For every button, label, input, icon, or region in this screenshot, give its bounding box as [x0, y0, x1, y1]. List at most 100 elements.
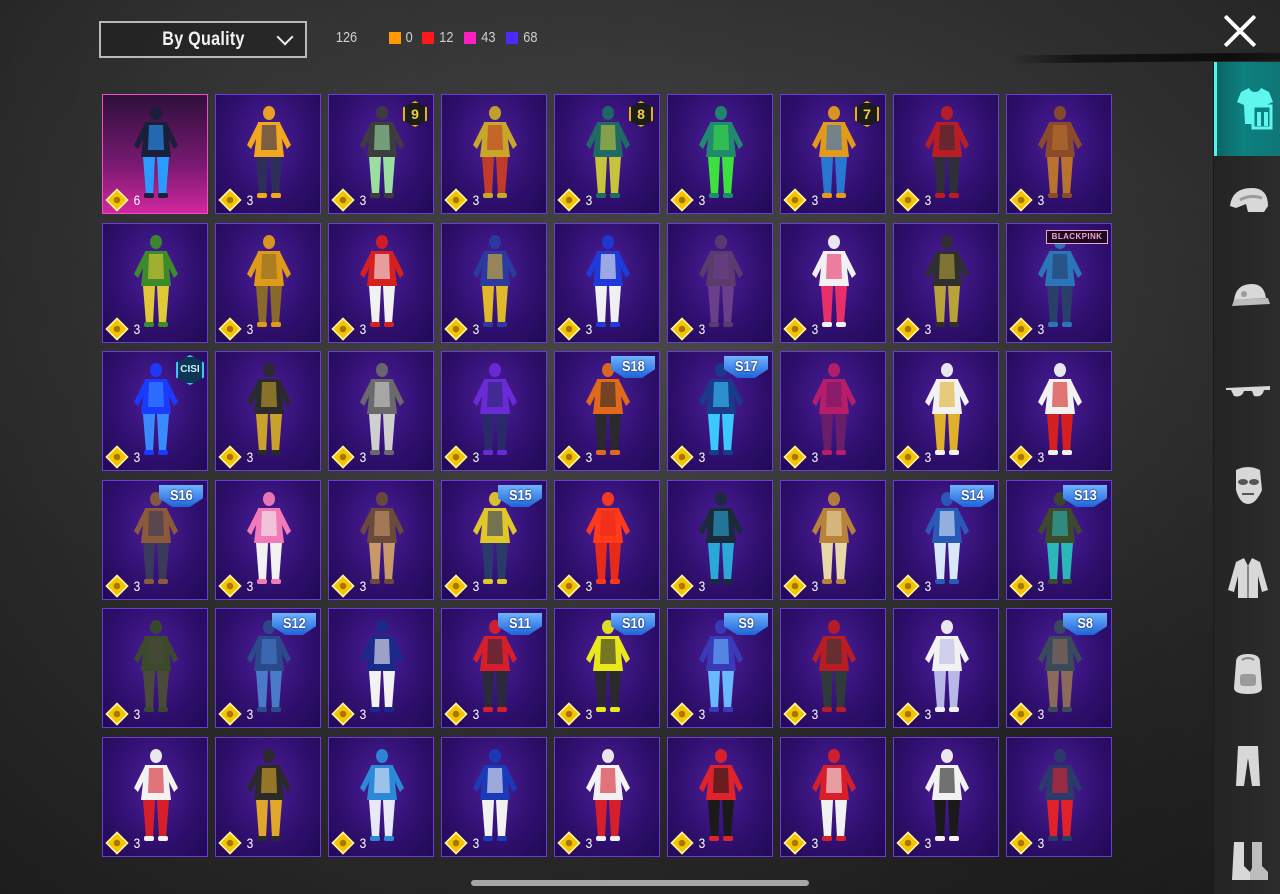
outfit-card[interactable]: S9 3	[667, 608, 773, 728]
price-tag: 3	[670, 445, 706, 469]
outfit-card[interactable]: S13 3	[1006, 480, 1112, 600]
outfit-card[interactable]: 83	[554, 94, 660, 214]
outfit-card[interactable]: 3	[328, 223, 434, 343]
outfit-card[interactable]: S8 3	[1006, 608, 1112, 728]
outfit-card[interactable]: S16 3	[102, 480, 208, 600]
outfit-card[interactable]: 3	[1006, 351, 1112, 471]
price-tag: 3	[896, 445, 932, 469]
coin-icon	[218, 317, 242, 341]
coin-icon	[444, 445, 468, 469]
price-tag: 3	[783, 445, 819, 469]
price-tag: 3	[557, 702, 593, 726]
price-tag: 3	[105, 317, 141, 341]
outfit-card[interactable]: 3	[780, 737, 886, 857]
sidebar-item-helmet[interactable]	[1214, 156, 1280, 250]
quality-count-pink: 43	[464, 29, 497, 46]
price-tag: 3	[105, 702, 141, 726]
coin-icon	[1009, 317, 1033, 341]
outfit-card[interactable]: 3	[780, 223, 886, 343]
outfit-card[interactable]: 3	[667, 737, 773, 857]
price-value: 3	[472, 706, 480, 722]
outfit-card[interactable]: S17 3	[667, 351, 773, 471]
sort-label: By Quality	[161, 28, 245, 50]
outfit-card[interactable]: 3	[215, 480, 321, 600]
outfit-card[interactable]: S15 3	[441, 480, 547, 600]
sidebar-item-mask[interactable]	[1214, 438, 1280, 532]
outfit-card[interactable]: 3	[328, 480, 434, 600]
price-value: 3	[246, 706, 254, 722]
cap-icon	[1232, 284, 1270, 306]
outfit-card[interactable]: 3	[441, 94, 547, 214]
sidebar-item-jacket[interactable]	[1214, 532, 1280, 626]
outfit-card[interactable]: 3	[215, 223, 321, 343]
price-value: 3	[133, 321, 141, 337]
helmet-icon	[1230, 188, 1268, 212]
close-button[interactable]	[1221, 12, 1259, 50]
sidebar-item-cap[interactable]	[1214, 250, 1280, 344]
price-value: 3	[1037, 321, 1045, 337]
price-tag: 3	[218, 574, 254, 598]
outfit-card[interactable]: S18 3	[554, 351, 660, 471]
sidebar-item-shoes[interactable]	[1214, 814, 1280, 894]
outfit-card[interactable]: 3	[1006, 94, 1112, 214]
coin-icon	[331, 188, 355, 212]
price-tag: 3	[783, 317, 819, 341]
outfit-card[interactable]: 6	[102, 94, 208, 214]
scrollbar[interactable]	[471, 880, 809, 886]
coin-icon	[896, 702, 920, 726]
outfit-icon	[1237, 88, 1273, 130]
price-tag: 3	[557, 831, 593, 855]
outfit-card[interactable]: 3	[554, 480, 660, 600]
outfit-card[interactable]: 3	[441, 223, 547, 343]
outfit-card[interactable]: BLACKPINK 3	[1006, 223, 1112, 343]
outfit-card[interactable]: 3	[554, 223, 660, 343]
outfit-card[interactable]: 3	[554, 737, 660, 857]
outfit-card[interactable]: 3	[1006, 737, 1112, 857]
outfit-card[interactable]: 3	[102, 223, 208, 343]
outfit-card[interactable]: 3	[215, 351, 321, 471]
outfit-card[interactable]: 3	[893, 94, 999, 214]
shoes-icon	[1232, 842, 1268, 880]
outfit-card[interactable]: 3	[102, 608, 208, 728]
sidebar-item-glasses[interactable]	[1214, 344, 1280, 438]
outfit-card[interactable]: 3	[215, 737, 321, 857]
price-tag: 3	[783, 831, 819, 855]
outfit-card[interactable]: CISI 3	[102, 351, 208, 471]
sidebar-item-pants[interactable]	[1214, 720, 1280, 814]
outfit-card[interactable]: 3	[441, 351, 547, 471]
outfit-card[interactable]: S12 3	[215, 608, 321, 728]
outfit-card[interactable]: 3	[893, 351, 999, 471]
outfit-card[interactable]: 3	[667, 223, 773, 343]
outfit-card[interactable]: 3	[667, 94, 773, 214]
price-value: 3	[811, 578, 819, 594]
sidebar-item-outfit[interactable]	[1214, 62, 1280, 156]
price-value: 3	[585, 835, 593, 851]
sidebar-item-backpack[interactable]	[1214, 626, 1280, 720]
sort-dropdown[interactable]: By Quality	[99, 21, 307, 58]
coin-icon	[218, 188, 242, 212]
outfit-card[interactable]: 3	[780, 608, 886, 728]
coin-icon	[557, 445, 581, 469]
coin-icon	[218, 702, 242, 726]
outfit-card[interactable]: 3	[102, 737, 208, 857]
outfit-card[interactable]: 3	[215, 94, 321, 214]
outfit-card[interactable]: 3	[893, 608, 999, 728]
outfit-card[interactable]: 3	[893, 223, 999, 343]
outfit-card[interactable]: 3	[328, 737, 434, 857]
outfit-card[interactable]: 3	[780, 351, 886, 471]
outfit-card[interactable]: 3	[441, 737, 547, 857]
orange-quality-swatch	[389, 31, 402, 44]
glasses-icon	[1226, 386, 1270, 397]
outfit-card[interactable]: S11 3	[441, 608, 547, 728]
purple-count: 68	[523, 29, 538, 46]
outfit-card[interactable]: S14 3	[893, 480, 999, 600]
outfit-card[interactable]: 3	[328, 351, 434, 471]
coin-icon	[670, 317, 694, 341]
outfit-card[interactable]: S10 3	[554, 608, 660, 728]
outfit-card[interactable]: 73	[780, 94, 886, 214]
outfit-card[interactable]: 3	[893, 737, 999, 857]
outfit-card[interactable]: 3	[667, 480, 773, 600]
outfit-card[interactable]: 93	[328, 94, 434, 214]
outfit-card[interactable]: 3	[780, 480, 886, 600]
outfit-card[interactable]: 3	[328, 608, 434, 728]
